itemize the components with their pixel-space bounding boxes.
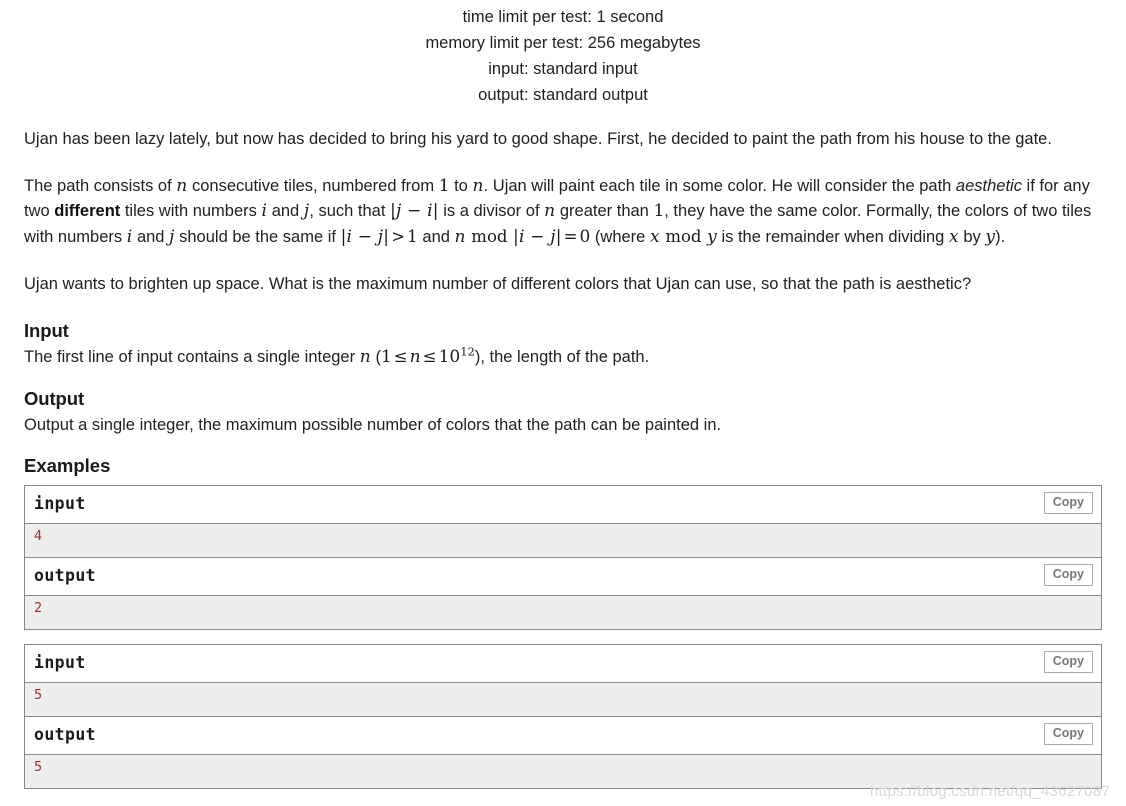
- sample-output-block-1: output Copy 2: [24, 557, 1102, 630]
- text-frag: ).: [995, 228, 1006, 246]
- math-greater-than: >: [391, 227, 406, 246]
- math-equals: =: [563, 227, 578, 246]
- text-frag: (: [370, 348, 381, 366]
- sample-input-header-1: input Copy: [25, 486, 1101, 524]
- text-frag: . Ujan will paint each tile in some colo…: [483, 177, 956, 195]
- statement-paragraph-3: Ujan wants to brighten up space. What is…: [24, 275, 972, 293]
- copy-output-button-1[interactable]: Copy: [1043, 564, 1093, 586]
- text-frag: (where: [590, 228, 650, 246]
- sample-input-value-2: 5: [25, 683, 1101, 716]
- input-section: Input The first line of input contains a…: [24, 319, 1102, 369]
- text-frag: consecutive tiles, numbered from: [187, 177, 439, 195]
- math-leq: ≤: [393, 347, 408, 366]
- sample-input-header-2: input Copy: [25, 645, 1101, 683]
- math-x: x: [649, 227, 660, 247]
- text-frag: The first line of input contains a singl…: [24, 348, 360, 366]
- sample-output-header-1: output Copy: [25, 558, 1101, 596]
- problem-page: time limit per test: 1 second memory lim…: [0, 0, 1126, 806]
- text-frag: should be the same if: [174, 228, 341, 246]
- input-heading: Input: [24, 320, 69, 341]
- math-abs-j-minus-i: |j − i|: [390, 201, 439, 221]
- text-frag: ), the length of the path.: [474, 348, 650, 366]
- sample-test-2: input Copy 5 output Copy 5: [24, 644, 1102, 789]
- sample-output-header-2: output Copy: [25, 717, 1101, 755]
- text-frag: tiles with numbers: [120, 202, 262, 220]
- text-frag: is the remainder when dividing: [716, 228, 949, 246]
- math-y: y: [985, 227, 996, 247]
- math-zero: 0: [579, 227, 591, 247]
- statement-paragraph-2: The path consists of n consecutive tiles…: [24, 174, 1102, 250]
- math-abs-i-minus-j: |i − j|: [340, 227, 390, 247]
- copy-input-button-1[interactable]: Copy: [1043, 492, 1093, 514]
- sample-output-label-2: output: [34, 725, 97, 744]
- examples-heading: Examples: [24, 455, 111, 476]
- output-description: Output a single integer, the maximum pos…: [24, 416, 722, 434]
- math-ten: 10: [438, 347, 461, 367]
- sample-test-1: input Copy 4 output Copy 2: [24, 485, 1102, 630]
- time-limit: time limit per test: 1 second: [462, 8, 664, 26]
- sample-output-value-1: 2: [25, 596, 1101, 629]
- copy-input-button-2[interactable]: Copy: [1043, 651, 1093, 673]
- math-n: n: [544, 201, 556, 221]
- math-n: n: [472, 176, 484, 196]
- text-frag: and: [132, 228, 170, 246]
- math-one: 1: [380, 347, 392, 367]
- text-frag: is a divisor of: [438, 202, 545, 220]
- math-one: 1: [438, 176, 450, 196]
- sample-input-label-1: input: [34, 494, 86, 513]
- math-one: 1: [407, 227, 418, 247]
- math-x: x: [948, 227, 959, 247]
- text-frag: and: [417, 228, 455, 246]
- sample-input-block-1: input Copy 4: [24, 485, 1102, 557]
- math-y: y: [707, 227, 717, 247]
- math-n: n: [409, 347, 421, 367]
- statement-paragraph-1: Ujan has been lazy lately, but now has d…: [24, 130, 1052, 148]
- sample-output-value-2: 5: [25, 755, 1101, 788]
- sample-input-value-1: 4: [25, 524, 1101, 557]
- math-mod: mod: [471, 227, 508, 246]
- math-n: n: [176, 176, 188, 196]
- text-frag: The path consists of: [24, 177, 177, 195]
- math-abs-i-minus-j: |i − j|: [513, 227, 562, 247]
- sample-input-block-2: input Copy 5: [24, 644, 1102, 716]
- text-frag: , such that: [309, 202, 391, 220]
- math-n: n: [359, 347, 371, 367]
- math-mod: mod: [665, 227, 702, 246]
- problem-statement: Ujan has been lazy lately, but now has d…: [24, 127, 1102, 297]
- text-frag: by: [958, 228, 986, 246]
- input-description: The first line of input contains a singl…: [24, 345, 1102, 369]
- math-n: n: [454, 227, 466, 247]
- emphasis-aesthetic: aesthetic: [955, 177, 1022, 195]
- text-frag: to: [449, 177, 473, 195]
- memory-limit: memory limit per test: 256 megabytes: [425, 34, 701, 52]
- text-frag: and: [267, 202, 304, 220]
- bold-different: different: [54, 202, 121, 220]
- math-exponent: 12: [460, 344, 475, 359]
- copy-output-button-2[interactable]: Copy: [1043, 723, 1093, 745]
- input-spec: input: standard input: [488, 60, 638, 78]
- math-leq: ≤: [422, 347, 437, 366]
- output-section: Output Output a single integer, the maxi…: [24, 387, 1102, 437]
- sample-input-label-2: input: [34, 653, 86, 672]
- math-one: 1: [653, 201, 665, 221]
- output-heading: Output: [24, 388, 85, 409]
- sample-output-block-2: output Copy 5: [24, 716, 1102, 789]
- output-spec: output: standard output: [478, 86, 648, 104]
- problem-limits: time limit per test: 1 second memory lim…: [24, 0, 1102, 108]
- sample-output-label-1: output: [34, 566, 97, 585]
- text-frag: greater than: [555, 202, 654, 220]
